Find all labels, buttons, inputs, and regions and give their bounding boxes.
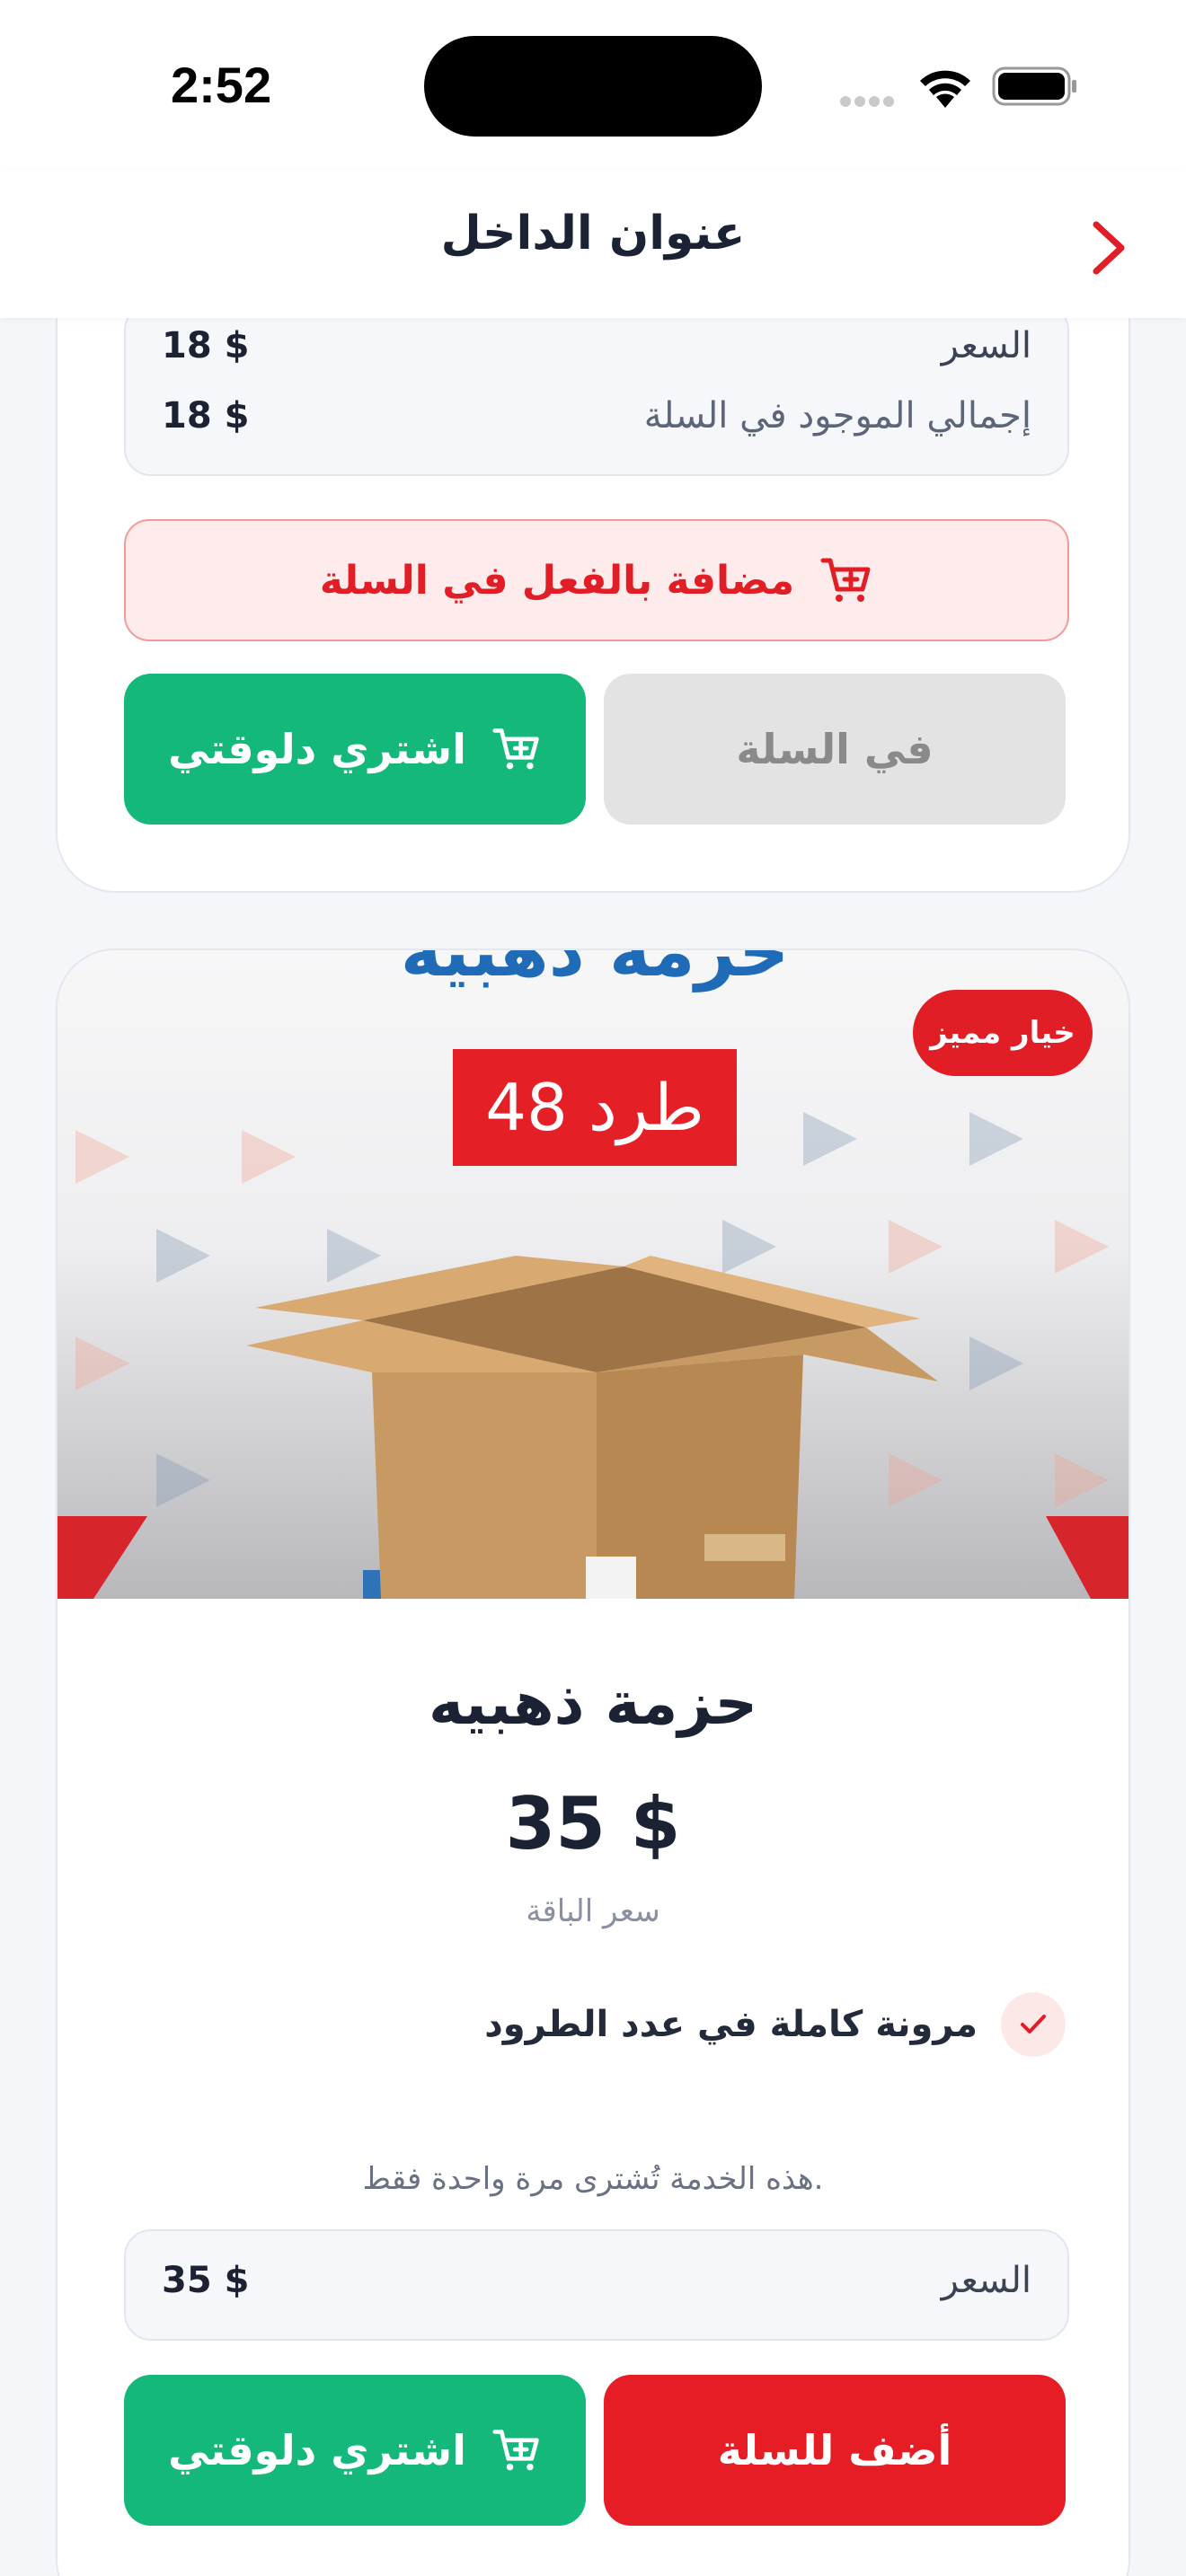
dynamic-island [424,36,762,137]
cart-icon [492,2430,539,2471]
nav-header: عنوان الداخل [0,171,1186,318]
package-price: 35 $ [505,1782,681,1866]
price-row: السعر 35 $ [162,2260,1031,2314]
add-to-cart-label: أضف للسلة [717,2426,952,2475]
already-in-cart-text: مضافة بالفعل في السلة [319,557,795,604]
cart-icon [820,558,871,602]
check-icon [1001,1992,1066,2057]
price-box: السعر 35 $ [124,2229,1069,2341]
wifi-icon [920,70,970,108]
already-in-cart-banner: مضافة بالفعل في السلة [124,519,1069,641]
package-card-in-cart: السعر 18 $ إجمالي الموجود في السلة 18 $ … [56,225,1130,893]
status-bar: 2:52 [0,0,1186,171]
buy-now-label: اشتري دلوقتي [168,2426,466,2475]
price-row: السعر 18 $ [162,325,1031,379]
featured-badge: خيار مميز [913,990,1093,1076]
add-to-cart-button[interactable]: أضف للسلة [604,2375,1066,2526]
back-chevron-icon[interactable] [1082,216,1136,280]
cart-total-label: إجمالي الموجود في السلة [643,395,1031,437]
buy-now-label: اشتري دلوقتي [168,725,466,773]
package-image: حزمة ذهبيه 48 طرد خيار مميز [58,950,1128,1599]
image-subtitle: 48 طرد [485,1070,704,1146]
signal-icon [840,93,903,107]
cart-icon [492,728,539,770]
page-title: عنوان الداخل [440,207,746,260]
in-cart-button[interactable]: في السلة [604,674,1066,825]
feature-item: مرونة كاملة في عدد الطرود [484,1992,1066,2057]
package-price-caption: سعر الباقة [526,1893,660,1929]
status-time: 2:52 [171,57,272,113]
price-label: السعر [941,325,1031,366]
one-time-note: هذه الخدمة تُشترى مرة واحدة فقط. [362,2161,824,2197]
cart-total-row: إجمالي الموجود في السلة 18 $ [162,395,1031,449]
battery-icon [992,66,1076,106]
price-value: 35 $ [162,2260,250,2301]
feature-text: مرونة كاملة في عدد الطرود [484,2004,978,2045]
buy-now-button[interactable]: اشتري دلوقتي [124,2375,586,2526]
price-label: السعر [941,2260,1031,2301]
image-title: حزمة ذهبيه [401,950,790,992]
buy-now-button[interactable]: اشتري دلوقتي [124,674,586,825]
package-card-gold: حزمة ذهبيه 48 طرد خيار مميز حزمة ذهبيه 3… [56,948,1130,2576]
cart-total-value: 18 $ [162,395,250,437]
package-title: حزمة ذهبيه [428,1669,758,1738]
price-value: 18 $ [162,325,250,366]
in-cart-label: في السلة [736,725,934,773]
price-summary-box: السعر 18 $ إجمالي الموجود في السلة 18 $ [124,304,1069,476]
